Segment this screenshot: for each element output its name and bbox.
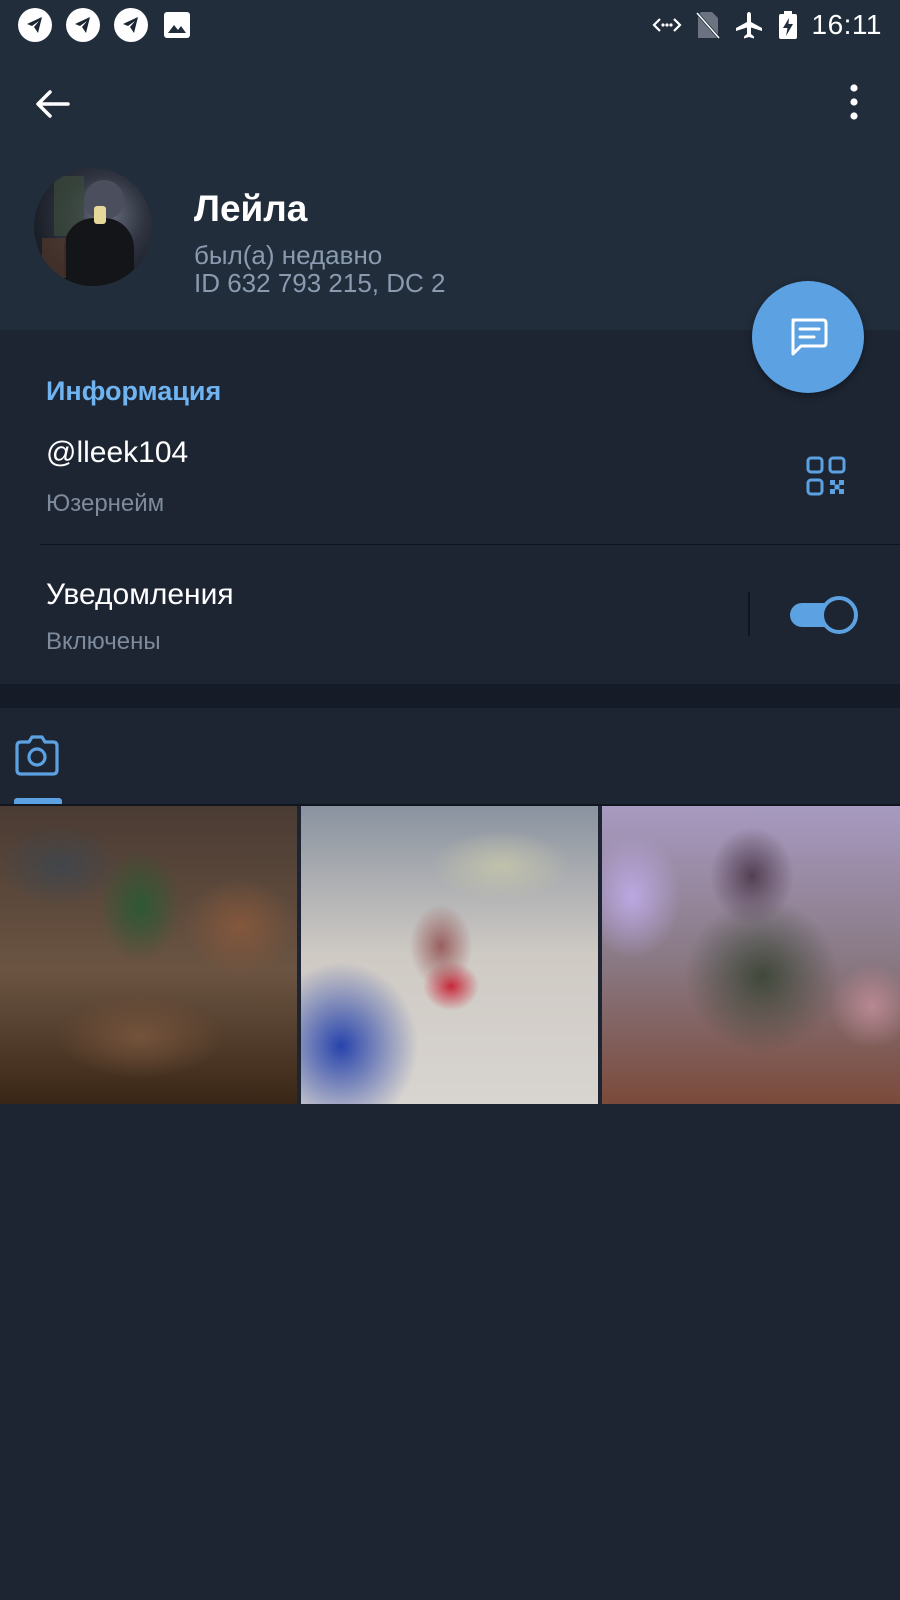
no-sim-icon xyxy=(695,12,720,39)
status-bar: 16:11 xyxy=(0,0,900,50)
more-options-button[interactable] xyxy=(834,80,874,124)
username-label: Юзернейм xyxy=(46,490,165,517)
photo-thumbnail[interactable] xyxy=(301,806,598,1104)
profile-header: Лейла был(а) недавно ID 632 793 215, DC … xyxy=(0,50,900,330)
back-button[interactable] xyxy=(30,82,74,126)
last-seen-status: был(а) недавно xyxy=(194,240,383,270)
more-vertical-icon xyxy=(850,84,858,120)
username-value[interactable]: @lleek104 xyxy=(46,436,188,470)
section-separator xyxy=(0,684,900,708)
media-grid xyxy=(0,806,900,1104)
shared-media-tabs xyxy=(0,708,900,806)
telegram-notification-icon xyxy=(18,8,52,42)
vertical-divider xyxy=(748,592,750,636)
system-icons: 16:11 xyxy=(651,8,883,42)
toggle-knob xyxy=(820,596,858,634)
send-message-button[interactable] xyxy=(752,281,864,393)
notifications-title[interactable]: Уведомления xyxy=(46,578,234,612)
telegram-notification-icon xyxy=(114,8,148,42)
divider xyxy=(40,544,900,545)
data-arrows-icon xyxy=(651,18,682,32)
user-id: ID 632 793 215, DC 2 xyxy=(194,268,446,298)
airplane-mode-icon xyxy=(735,12,762,39)
section-title-info: Информация xyxy=(46,376,222,406)
avatar[interactable] xyxy=(34,168,152,286)
info-section: Информация @lleek104 Юзернейм Уведомлени… xyxy=(0,338,900,684)
camera-icon xyxy=(15,735,59,776)
photo-thumbnail[interactable] xyxy=(0,806,297,1104)
notifications-state: Включены xyxy=(46,628,161,655)
notification-icons xyxy=(18,8,192,42)
qr-code-button[interactable] xyxy=(806,456,850,500)
arrow-left-icon xyxy=(36,90,70,118)
telegram-notification-icon xyxy=(66,8,100,42)
notifications-toggle[interactable] xyxy=(790,596,858,634)
tab-photos[interactable] xyxy=(14,734,62,800)
qr-code-icon xyxy=(806,456,846,496)
image-notification-icon xyxy=(164,12,190,38)
profile-name: Лейла xyxy=(194,188,308,229)
message-icon xyxy=(791,318,828,356)
photo-thumbnail[interactable] xyxy=(602,806,900,1104)
clock: 16:11 xyxy=(811,9,882,40)
battery-charging-icon xyxy=(778,11,797,39)
